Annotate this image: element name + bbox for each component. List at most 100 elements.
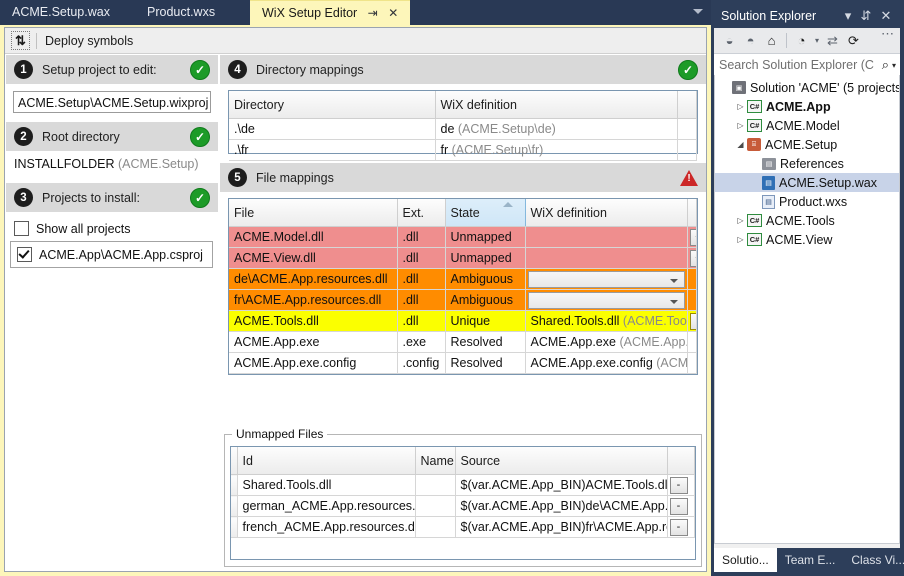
cell-file[interactable]: de\ACME.App.resources.dll — [229, 269, 397, 290]
cell-id[interactable]: Shared.Tools.dll — [237, 475, 415, 496]
tree-item-solution-acme-5-projects[interactable]: ▣Solution 'ACME' (5 projects) — [715, 78, 899, 97]
project-list-item[interactable]: ACME.App\ACME.App.csproj — [11, 244, 212, 265]
cell-state[interactable]: Resolved — [445, 332, 525, 353]
overflow-icon[interactable]: ⋯ — [877, 24, 898, 44]
sync-icon[interactable]: ⇄ — [822, 31, 843, 51]
cell-state[interactable]: Resolved — [445, 353, 525, 374]
show-all-projects-checkbox[interactable]: Show all projects — [6, 218, 218, 239]
cell-file[interactable]: ACME.View.dll — [229, 248, 397, 269]
tree-item-product-wxs[interactable]: ▤Product.wxs — [715, 192, 899, 211]
cell-action[interactable]: + — [687, 227, 697, 248]
col-name[interactable]: Name — [415, 447, 455, 475]
cell-action[interactable]: - — [667, 475, 695, 496]
chevron-down-icon[interactable]: ▾ — [840, 8, 856, 24]
tree-item-acme-setup[interactable]: ◢⌸ACME.Setup — [715, 135, 899, 154]
cell-wix-definition[interactable] — [525, 227, 687, 248]
expand-arrow-icon[interactable]: ▷ — [734, 216, 747, 225]
cell-name[interactable] — [415, 475, 455, 496]
refresh-icon[interactable]: ⟳ — [843, 31, 864, 51]
col-state[interactable]: State — [445, 199, 525, 227]
close-icon[interactable]: ✕ — [878, 8, 894, 24]
cell-action[interactable]: + — [687, 248, 697, 269]
col-wix-definition[interactable]: WiX definition — [435, 91, 677, 119]
cell-ext[interactable]: .dll — [397, 269, 445, 290]
search-icon[interactable]: ⌕ — [882, 57, 889, 73]
table-row[interactable]: ACME.App.exe.exeResolvedACME.App.exe (AC… — [229, 332, 697, 353]
tree-item-acme-model[interactable]: ▷C#ACME.Model — [715, 116, 899, 135]
tree-item-acme-tools[interactable]: ▷C#ACME.Tools — [715, 211, 899, 230]
cell-name[interactable] — [415, 496, 455, 517]
tab-wix-setup-editor[interactable]: WiX Setup Editor ⇥ ✕ — [250, 0, 410, 25]
cell-wix-definition[interactable]: fr (ACME.Setup\fr) — [435, 140, 677, 161]
tree-item-acme-view[interactable]: ▷C#ACME.View — [715, 230, 899, 249]
back-icon[interactable]: ◒ — [719, 31, 740, 51]
cell-file[interactable]: ACME.Model.dll — [229, 227, 397, 248]
add-mapping-button[interactable]: + — [690, 250, 697, 267]
close-icon[interactable]: ✕ — [388, 1, 398, 26]
cell-directory[interactable]: .\fr — [229, 140, 435, 161]
cell-file[interactable]: fr\ACME.App.resources.dll — [229, 290, 397, 311]
pin-icon[interactable]: ⇥ — [368, 1, 378, 26]
help-button[interactable]: ? — [690, 313, 697, 330]
pending-changes-icon[interactable]: ◔ — [791, 31, 812, 51]
cell-ext[interactable]: .exe — [397, 332, 445, 353]
add-mapping-button[interactable]: + — [690, 229, 697, 246]
cell-ext[interactable]: .config — [397, 353, 445, 374]
table-row[interactable]: ACME.Model.dll.dllUnmapped+ — [229, 227, 697, 248]
cell-wix-definition[interactable] — [525, 248, 687, 269]
cell-ext[interactable]: .dll — [397, 290, 445, 311]
col-ext[interactable]: Ext. — [397, 199, 445, 227]
cell-wix-definition[interactable]: de (ACME.Setup\de) — [435, 119, 677, 140]
cell-source[interactable]: $(var.ACME.App_BIN)fr\ACME.App.resou — [455, 517, 667, 538]
cell-wix-definition[interactable] — [525, 269, 687, 290]
chevron-down-icon[interactable] — [693, 9, 703, 14]
cell-ext[interactable]: .dll — [397, 248, 445, 269]
cell-source[interactable]: $(var.ACME.App_BIN)ACME.Tools.dll — [455, 475, 667, 496]
cell-state[interactable]: Ambiguous — [445, 269, 525, 290]
tab-acme-setup-wax[interactable]: ACME.Setup.wax — [0, 0, 122, 25]
pin-icon[interactable]: ⇵ — [858, 8, 874, 24]
table-row[interactable]: de\ACME.App.resources.dll.dllAmbiguous — [229, 269, 697, 290]
col-wix-definition[interactable]: WiX definition — [525, 199, 687, 227]
bottom-tab-class-vi[interactable]: Class Vi... — [843, 548, 904, 572]
forward-icon[interactable]: ◓ — [740, 31, 761, 51]
collapse-arrow-icon[interactable]: ◢ — [734, 140, 747, 149]
home-icon[interactable]: ⌂ — [761, 31, 782, 51]
cell-state[interactable]: Unmapped — [445, 227, 525, 248]
cell-wix-definition[interactable]: Shared.Tools.dll (ACME.Tools. — [525, 311, 687, 332]
cell-wix-definition[interactable]: ACME.App.exe.config (ACME. — [525, 353, 687, 374]
chevron-down-icon[interactable]: ▾ — [892, 61, 896, 70]
table-row[interactable]: german_ACME.App.resources.dll $(var.ACME.… — [231, 496, 695, 517]
cell-file[interactable]: ACME.Tools.dll — [229, 311, 397, 332]
cell-action[interactable]: - — [667, 517, 695, 538]
table-row[interactable]: Shared.Tools.dll $(var.ACME.App_BIN)ACME.… — [231, 475, 695, 496]
cell-source[interactable]: $(var.ACME.App_BIN)de\ACME.App.resou — [455, 496, 667, 517]
cell-directory[interactable]: .\de — [229, 119, 435, 140]
expand-arrow-icon[interactable]: ▷ — [734, 235, 747, 244]
tree-item-acme-setup-wax[interactable]: ▤ACME.Setup.wax — [715, 173, 899, 192]
cell-state[interactable]: Unmapped — [445, 248, 525, 269]
remove-mapping-button[interactable]: - — [670, 519, 688, 536]
cell-state[interactable]: Unique — [445, 311, 525, 332]
cell-id[interactable]: german_ACME.App.resources.dll — [237, 496, 415, 517]
tree-item-references[interactable]: ▤References — [715, 154, 899, 173]
expand-arrow-icon[interactable]: ▷ — [734, 102, 747, 111]
tree-item-acme-app[interactable]: ▷C#ACME.App — [715, 97, 899, 116]
table-row[interactable]: fr\ACME.App.resources.dll.dllAmbiguous — [229, 290, 697, 311]
wix-definition-dropdown[interactable] — [528, 271, 685, 288]
remove-mapping-button[interactable]: - — [670, 477, 688, 494]
col-id[interactable]: Id — [237, 447, 415, 475]
deploy-symbols-icon[interactable]: ⇅ — [11, 31, 30, 50]
col-directory[interactable]: Directory — [229, 91, 435, 119]
cell-file[interactable]: ACME.App.exe — [229, 332, 397, 353]
table-row[interactable]: french_ACME.App.resources.dll $(var.ACME.… — [231, 517, 695, 538]
chevron-down-icon[interactable]: ▾ — [812, 31, 822, 51]
table-row[interactable]: ACME.Tools.dll.dllUniqueShared.Tools.dll… — [229, 311, 697, 332]
cell-state[interactable]: Ambiguous — [445, 290, 525, 311]
wix-definition-dropdown[interactable] — [528, 292, 685, 309]
cell-wix-definition[interactable]: ACME.App.exe (ACME.App.ex — [525, 332, 687, 353]
col-file[interactable]: File — [229, 199, 397, 227]
cell-id[interactable]: french_ACME.App.resources.dll — [237, 517, 415, 538]
expand-arrow-icon[interactable]: ▷ — [734, 121, 747, 130]
cell-wix-definition[interactable] — [525, 290, 687, 311]
